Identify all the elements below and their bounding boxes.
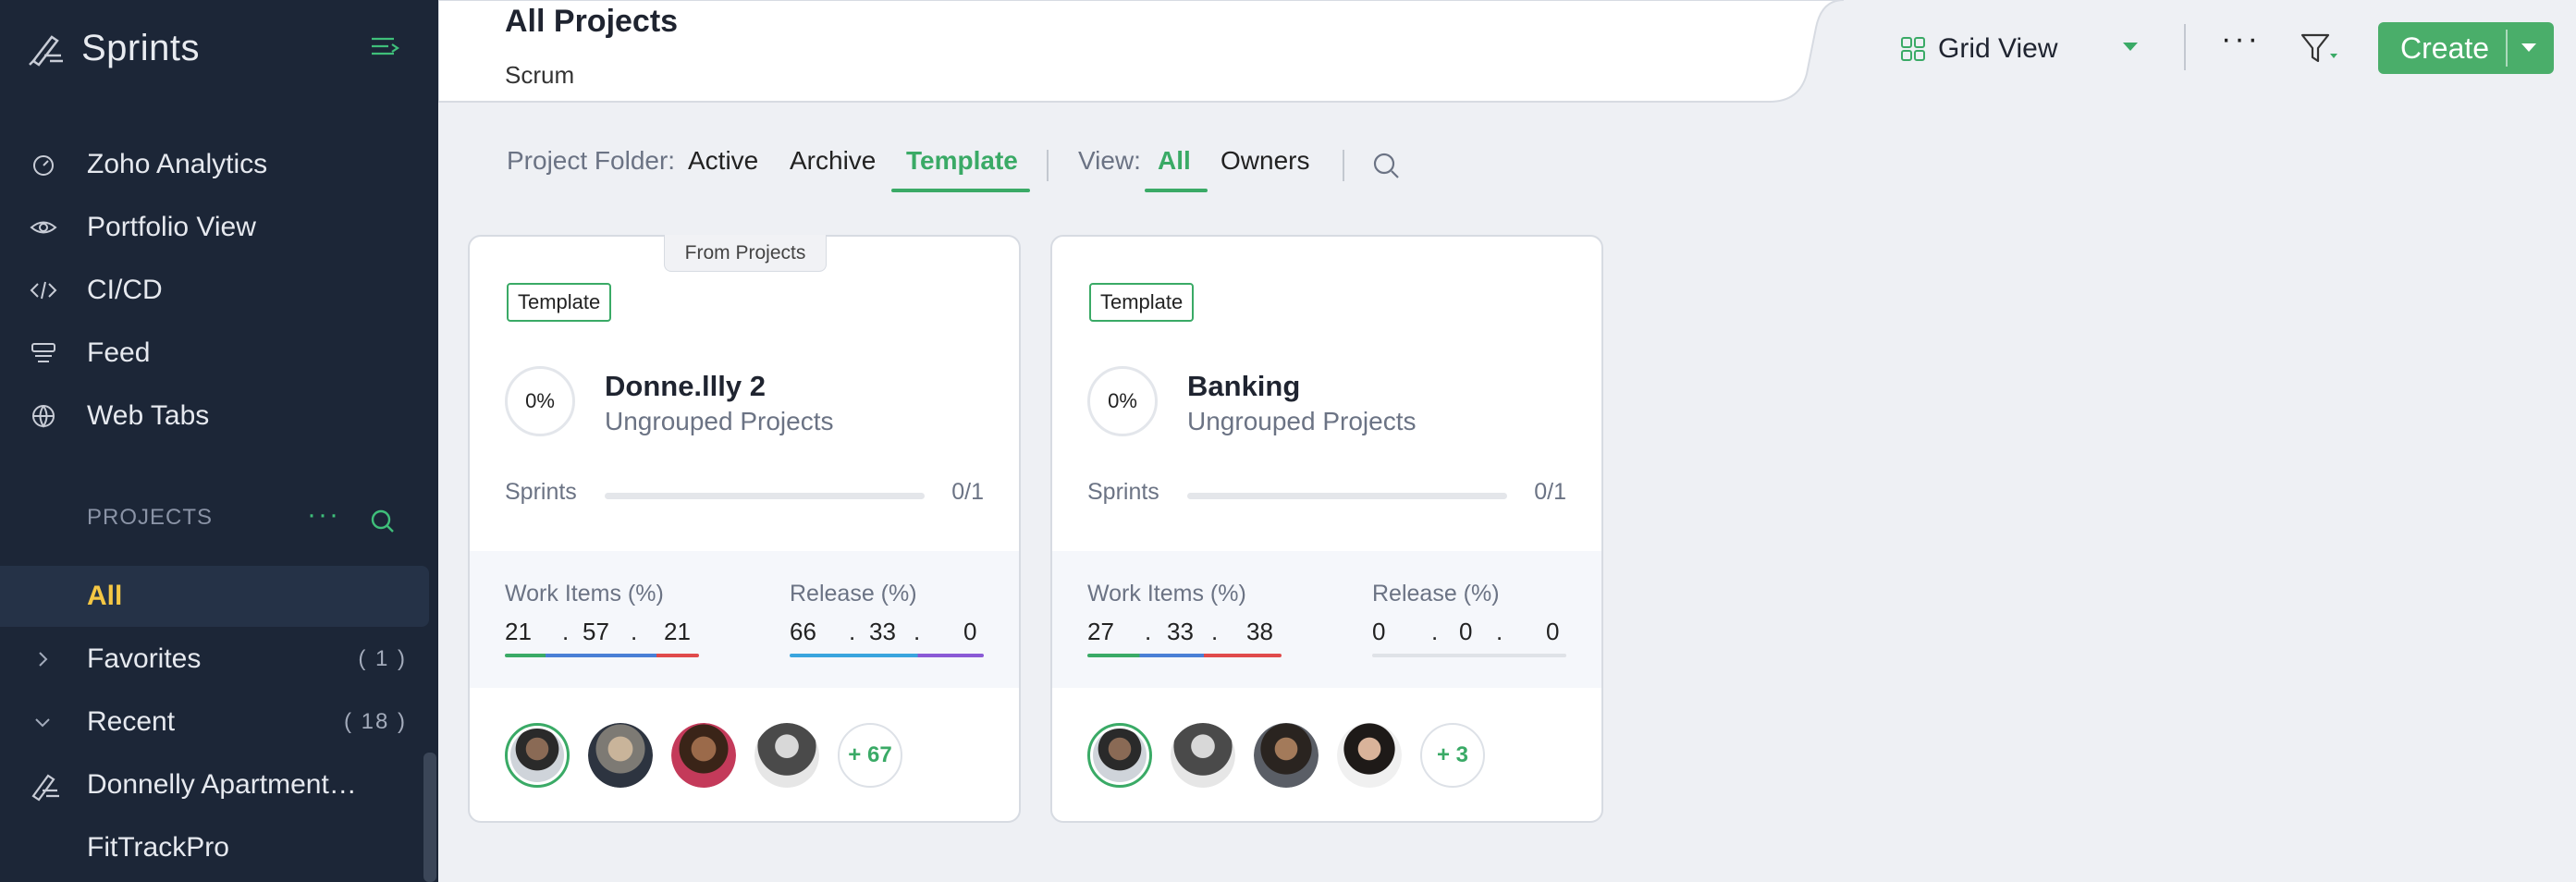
page-subtitle: Scrum <box>505 61 575 89</box>
search-icon[interactable] <box>1370 150 1402 181</box>
progress-circle: 0% <box>505 366 575 436</box>
page-title: All Projects <box>505 4 679 39</box>
nav-portfolio-view[interactable]: Portfolio View <box>0 198 438 257</box>
analytics-gauge-icon <box>33 155 54 176</box>
project-name[interactable]: Banking <box>1187 370 1300 403</box>
avatar[interactable] <box>1171 723 1235 788</box>
projects-section-title: PROJECTS <box>87 505 214 530</box>
project-item-fittrackpro[interactable]: FitTrackPro <box>0 817 429 878</box>
create-dropdown-icon[interactable] <box>2519 41 2539 55</box>
app-name: Sprints <box>81 27 200 68</box>
header-divider <box>2184 24 2186 70</box>
folder-tab-indicator <box>891 189 1030 192</box>
sprints-logo-icon <box>29 35 63 67</box>
projects-search-icon[interactable] <box>368 507 398 536</box>
project-item-donnelly[interactable]: Donnelly Apartment… <box>0 754 429 815</box>
more-options-icon[interactable]: ··· <box>2221 23 2258 65</box>
avatar[interactable] <box>505 723 570 788</box>
project-group: Ungrouped Projects <box>1187 407 1417 435</box>
folder-tab-archive[interactable]: Archive <box>790 146 876 176</box>
avatar[interactable] <box>588 723 653 788</box>
release-label: Release (%) <box>790 581 917 606</box>
caret-down-icon[interactable] <box>2121 41 2140 54</box>
grid-view-selector[interactable]: Grid View <box>1899 26 2058 72</box>
feed-icon <box>31 343 55 362</box>
globe-icon <box>32 405 55 428</box>
project-item-favorites[interactable]: Favorites ( 1 ) <box>0 629 429 690</box>
release-label: Release (%) <box>1372 581 1500 606</box>
sprints-progress-bar <box>1187 493 1507 499</box>
view-tab-indicator <box>1145 189 1208 192</box>
view-tab-all[interactable]: All <box>1158 146 1191 176</box>
eye-icon <box>30 221 57 234</box>
projects-more-icon[interactable]: ··· <box>307 501 340 531</box>
chevron-right-icon[interactable] <box>31 648 54 670</box>
work-items-label: Work Items (%) <box>1087 581 1246 606</box>
nav-feed[interactable]: Feed <box>0 324 438 383</box>
project-item-all[interactable]: All <box>0 566 429 627</box>
release-bar <box>1372 654 1566 657</box>
view-tab-owners[interactable]: Owners <box>1221 146 1309 176</box>
more-members-count[interactable]: + 3 <box>1420 723 1485 788</box>
filter-divider <box>1047 150 1049 181</box>
avatar[interactable] <box>1337 723 1402 788</box>
app-brand[interactable]: Sprints <box>26 18 200 78</box>
more-members-count[interactable]: + 67 <box>838 723 902 788</box>
work-items-bar <box>1087 654 1282 657</box>
avatar[interactable] <box>754 723 819 788</box>
folder-tab-template[interactable]: Template <box>906 146 1018 176</box>
sprints-label: Sprints <box>505 479 577 505</box>
project-item-recent[interactable]: Recent ( 18 ) <box>0 692 429 753</box>
sidebar-scrollbar[interactable] <box>423 753 436 882</box>
create-divider <box>2506 30 2508 67</box>
project-card[interactable]: Template 0% Donne.llly 2 Ungrouped Proje… <box>468 235 1021 823</box>
release-bar <box>790 654 984 657</box>
sidebar: Sprints Zoho Analytics Portfolio View CI… <box>0 0 438 882</box>
sprints-label: Sprints <box>1087 479 1159 505</box>
work-items-bar <box>505 654 699 657</box>
nav-web-tabs[interactable]: Web Tabs <box>0 386 438 446</box>
sprints-value: 0/1 <box>1534 479 1566 505</box>
project-folder-label: Project Folder: <box>507 146 676 175</box>
filter-divider-2 <box>1343 150 1344 181</box>
create-button[interactable]: Create <box>2378 22 2554 74</box>
project-sprint-icon <box>31 774 59 802</box>
code-icon <box>30 281 57 300</box>
progress-circle: 0% <box>1087 366 1158 436</box>
collapse-sidebar-icon[interactable] <box>368 31 401 65</box>
nav-ci-cd[interactable]: CI/CD <box>0 261 438 320</box>
folder-tab-active[interactable]: Active <box>688 146 758 176</box>
view-label: View: <box>1078 146 1141 175</box>
stats-panel: Work Items (%) 21 . 57 . 21 Release (%) … <box>470 551 1019 688</box>
avatar[interactable] <box>671 723 736 788</box>
sprints-value: 0/1 <box>951 479 984 505</box>
template-badge: Template <box>507 283 612 322</box>
template-badge: Template <box>1089 283 1195 322</box>
grid-view-icon <box>1901 37 1925 61</box>
project-name[interactable]: Donne.llly 2 <box>605 370 766 403</box>
avatar[interactable] <box>1254 723 1319 788</box>
filter-icon[interactable] <box>2299 31 2341 67</box>
from-projects-tag: From Projects <box>664 235 827 272</box>
sprints-progress-bar <box>605 493 925 499</box>
chevron-down-icon[interactable] <box>31 711 54 733</box>
stats-panel: Work Items (%) 27 . 33 . 38 Release (%) … <box>1052 551 1601 688</box>
nav-zoho-analytics[interactable]: Zoho Analytics <box>0 135 438 194</box>
project-group: Ungrouped Projects <box>605 407 834 435</box>
work-items-label: Work Items (%) <box>505 581 664 606</box>
project-card[interactable]: Template 0% Banking Ungrouped Projects S… <box>1050 235 1603 823</box>
avatar[interactable] <box>1087 723 1152 788</box>
